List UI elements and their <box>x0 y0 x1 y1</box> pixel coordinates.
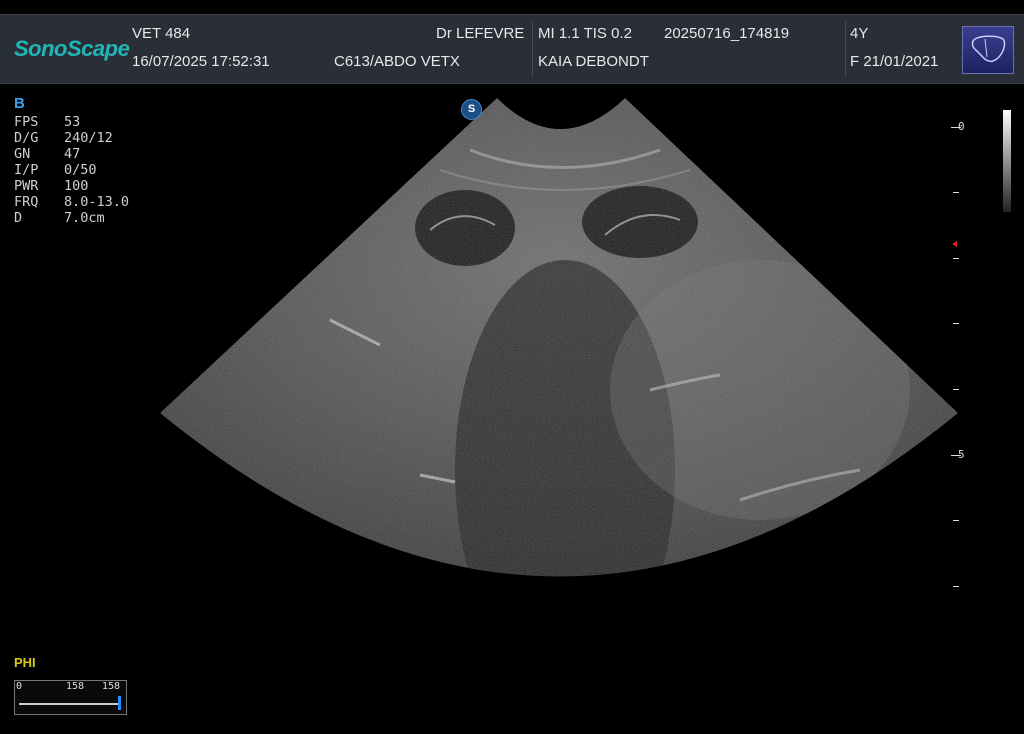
phi-min: 0 <box>16 681 23 692</box>
phi-track <box>19 703 119 705</box>
probe-orientation-icon: S <box>461 99 482 120</box>
depth-tick <box>953 323 959 324</box>
phi-slider[interactable]: 0 158 158 <box>14 680 127 715</box>
depth-tick <box>953 192 959 193</box>
depth-tick <box>953 258 959 259</box>
phi-mid: 158 <box>66 681 85 692</box>
depth-tick <box>953 389 959 390</box>
phi-max: 158 <box>102 681 121 692</box>
depth-label-0: 0 <box>958 120 965 133</box>
grayscale-bar <box>1003 110 1011 212</box>
depth-tick <box>953 586 959 587</box>
phi-handle[interactable] <box>118 696 121 710</box>
depth-label-5: 5 <box>958 448 965 461</box>
focus-marker-icon[interactable] <box>952 241 957 247</box>
phi-label: PHI <box>14 655 36 670</box>
depth-tick <box>953 520 959 521</box>
ultrasound-image[interactable] <box>0 0 1024 734</box>
